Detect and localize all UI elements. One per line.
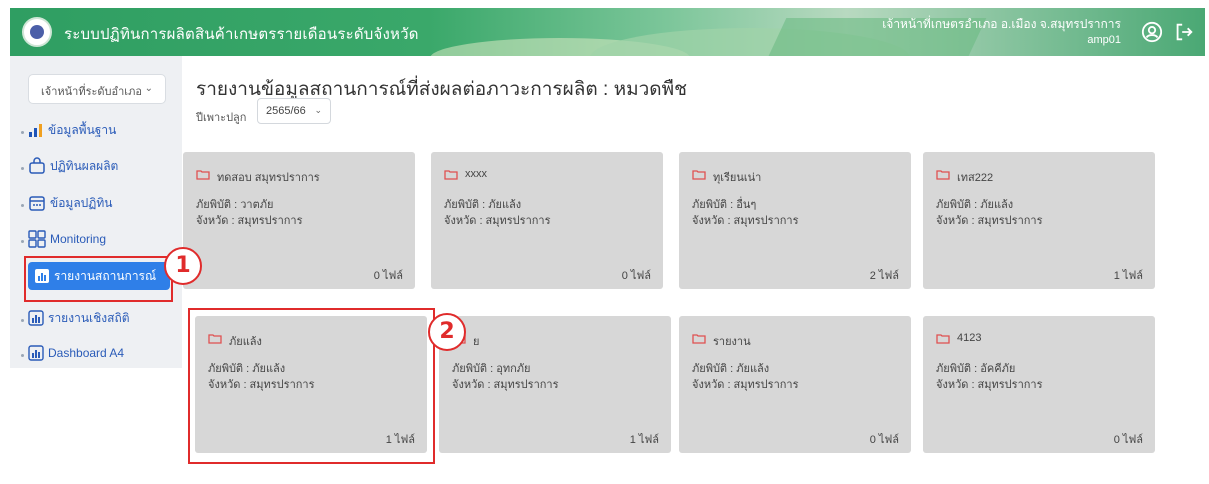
sidebar-item-label: ข้อมูลพื้นฐาน [48, 122, 117, 137]
highlight-box-step2 [188, 308, 435, 464]
sidebar-item-production-calendar[interactable]: ปฏิทินผลผลิต [28, 154, 118, 178]
sidebar-item-label: ข้อมูลปฏิทิน [50, 195, 113, 210]
card-file-count: 0 ไฟล์ [869, 434, 899, 446]
sidebar-item-label: ปฏิทินผลผลิต [50, 158, 119, 173]
card-file-count: 1 ไฟล์ [629, 434, 659, 446]
report-card[interactable]: ทดสอบ สมุทรปราการ ภัยพิบัติ : วาตภัย จัง… [183, 152, 415, 289]
sidebar: เจ้าหน้าที่ระดับอำเภอ ⌄ ข้อมูลพื้นฐาน ปฏ… [10, 56, 182, 368]
report-card[interactable]: 4123 ภัยพิบัติ : อัคคีภัย จังหวัด : สมุท… [923, 316, 1155, 453]
calendar-icon [29, 196, 45, 211]
card-name: รายงาน [713, 336, 751, 348]
season-select[interactable]: 2565/66 ⌄ [257, 98, 331, 124]
card-name: ทุเรียนเน่า [713, 172, 762, 184]
nav-dot [21, 240, 24, 243]
report-icon [28, 345, 44, 361]
sidebar-item-monitoring[interactable]: Monitoring [28, 227, 106, 251]
report-card[interactable]: ทุเรียนเน่า ภัยพิบัติ : อื่นๆ จังหวัด : … [679, 152, 911, 289]
card-name: xxxx [465, 168, 487, 180]
report-card[interactable]: xxxx ภัยพิบัติ : ภัยแล้ง จังหวัด : สมุทร… [431, 152, 663, 289]
report-card[interactable]: รายงาน ภัยพิบัติ : ภัยแล้ง จังหวัด : สมุ… [679, 316, 911, 453]
card-province: จังหวัด : สมุทรปราการ [692, 215, 799, 227]
highlight-box-step1 [24, 256, 173, 302]
role-select-value: เจ้าหน้าที่ระดับอำเภอ [41, 86, 142, 98]
folder-icon [692, 170, 706, 180]
card-province: จังหวัด : สมุทรปราการ [196, 215, 303, 227]
user-name: เจ้าหน้าที่เกษตรอำเภอ อ.เมือง จ.สมุทรปรา… [882, 17, 1121, 31]
report-card[interactable]: เทส222 ภัยพิบัติ : ภัยแล้ง จังหวัด : สมุ… [923, 152, 1155, 289]
card-file-count: 0 ไฟล์ [621, 270, 651, 282]
step-badge-1: 1 [164, 247, 202, 285]
report-icon [28, 310, 44, 326]
role-select[interactable]: เจ้าหน้าที่ระดับอำเภอ ⌄ [28, 74, 166, 104]
card-province: จังหวัด : สมุทรปราการ [452, 379, 559, 391]
sidebar-item-label: Monitoring [50, 232, 107, 246]
sidebar-item-label: รายงานเชิงสถิติ [48, 310, 130, 325]
sidebar-item-statistics-report[interactable]: รายงานเชิงสถิติ [28, 306, 130, 330]
card-file-count: 2 ไฟล์ [869, 270, 899, 282]
step-badge-2: 2 [428, 313, 466, 351]
folder-icon [936, 334, 950, 344]
card-province: จังหวัด : สมุทรปราการ [936, 215, 1043, 227]
sidebar-item-basic-data[interactable]: ข้อมูลพื้นฐาน [28, 118, 116, 142]
season-select-value: 2565/66 [266, 105, 306, 117]
card-file-count: 0 ไฟล์ [1113, 434, 1143, 446]
nav-dot [21, 167, 24, 170]
logout-icon[interactable] [1173, 21, 1195, 43]
nav-dot [21, 131, 24, 134]
card-name: ทดสอบ สมุทรปราการ [217, 172, 320, 184]
report-card[interactable]: ย ภัยพิบัติ : อุทกภัย จังหวัด : สมุทรปรา… [439, 316, 671, 453]
ministry-logo [22, 17, 52, 47]
card-name: เทส222 [957, 172, 994, 184]
card-name: 4123 [957, 332, 982, 344]
folder-icon [936, 170, 950, 180]
bag-icon [29, 157, 45, 174]
chevron-down-icon: ⌄ [314, 105, 322, 115]
chevron-down-icon: ⌄ [144, 83, 153, 94]
sidebar-item-dashboard-a4[interactable]: Dashboard A4 [28, 341, 124, 365]
card-province: จังหวัด : สมุทรปราการ [692, 379, 799, 391]
card-file-count: 1 ไฟล์ [1113, 270, 1143, 282]
card-name: ย [473, 336, 480, 348]
nav-dot [21, 319, 24, 322]
sidebar-item-calendar-data[interactable]: ข้อมูลปฏิทิน [28, 191, 112, 215]
folder-icon [444, 170, 458, 180]
card-file-count: 0 ไฟล์ [373, 270, 403, 282]
card-province: จังหวัด : สมุทรปราการ [444, 215, 551, 227]
season-label: ปีเพาะปลูก [196, 112, 247, 124]
nav-dot [21, 354, 24, 357]
user-id: amp01 [1087, 34, 1121, 46]
folder-icon [692, 334, 706, 344]
grid-icon [28, 230, 46, 248]
nav-dot [21, 204, 24, 207]
app-title: ระบบปฏิทินการผลิตสินค้าเกษตรรายเดือนระดั… [64, 26, 419, 43]
user-circle-icon[interactable] [1141, 21, 1163, 43]
folder-icon [196, 170, 210, 180]
sidebar-item-label: Dashboard A4 [48, 346, 125, 360]
card-province: จังหวัด : สมุทรปราการ [936, 379, 1043, 391]
bar-chart-icon [29, 124, 42, 137]
app-header: ระบบปฏิทินการผลิตสินค้าเกษตรรายเดือนระดั… [10, 8, 1205, 56]
